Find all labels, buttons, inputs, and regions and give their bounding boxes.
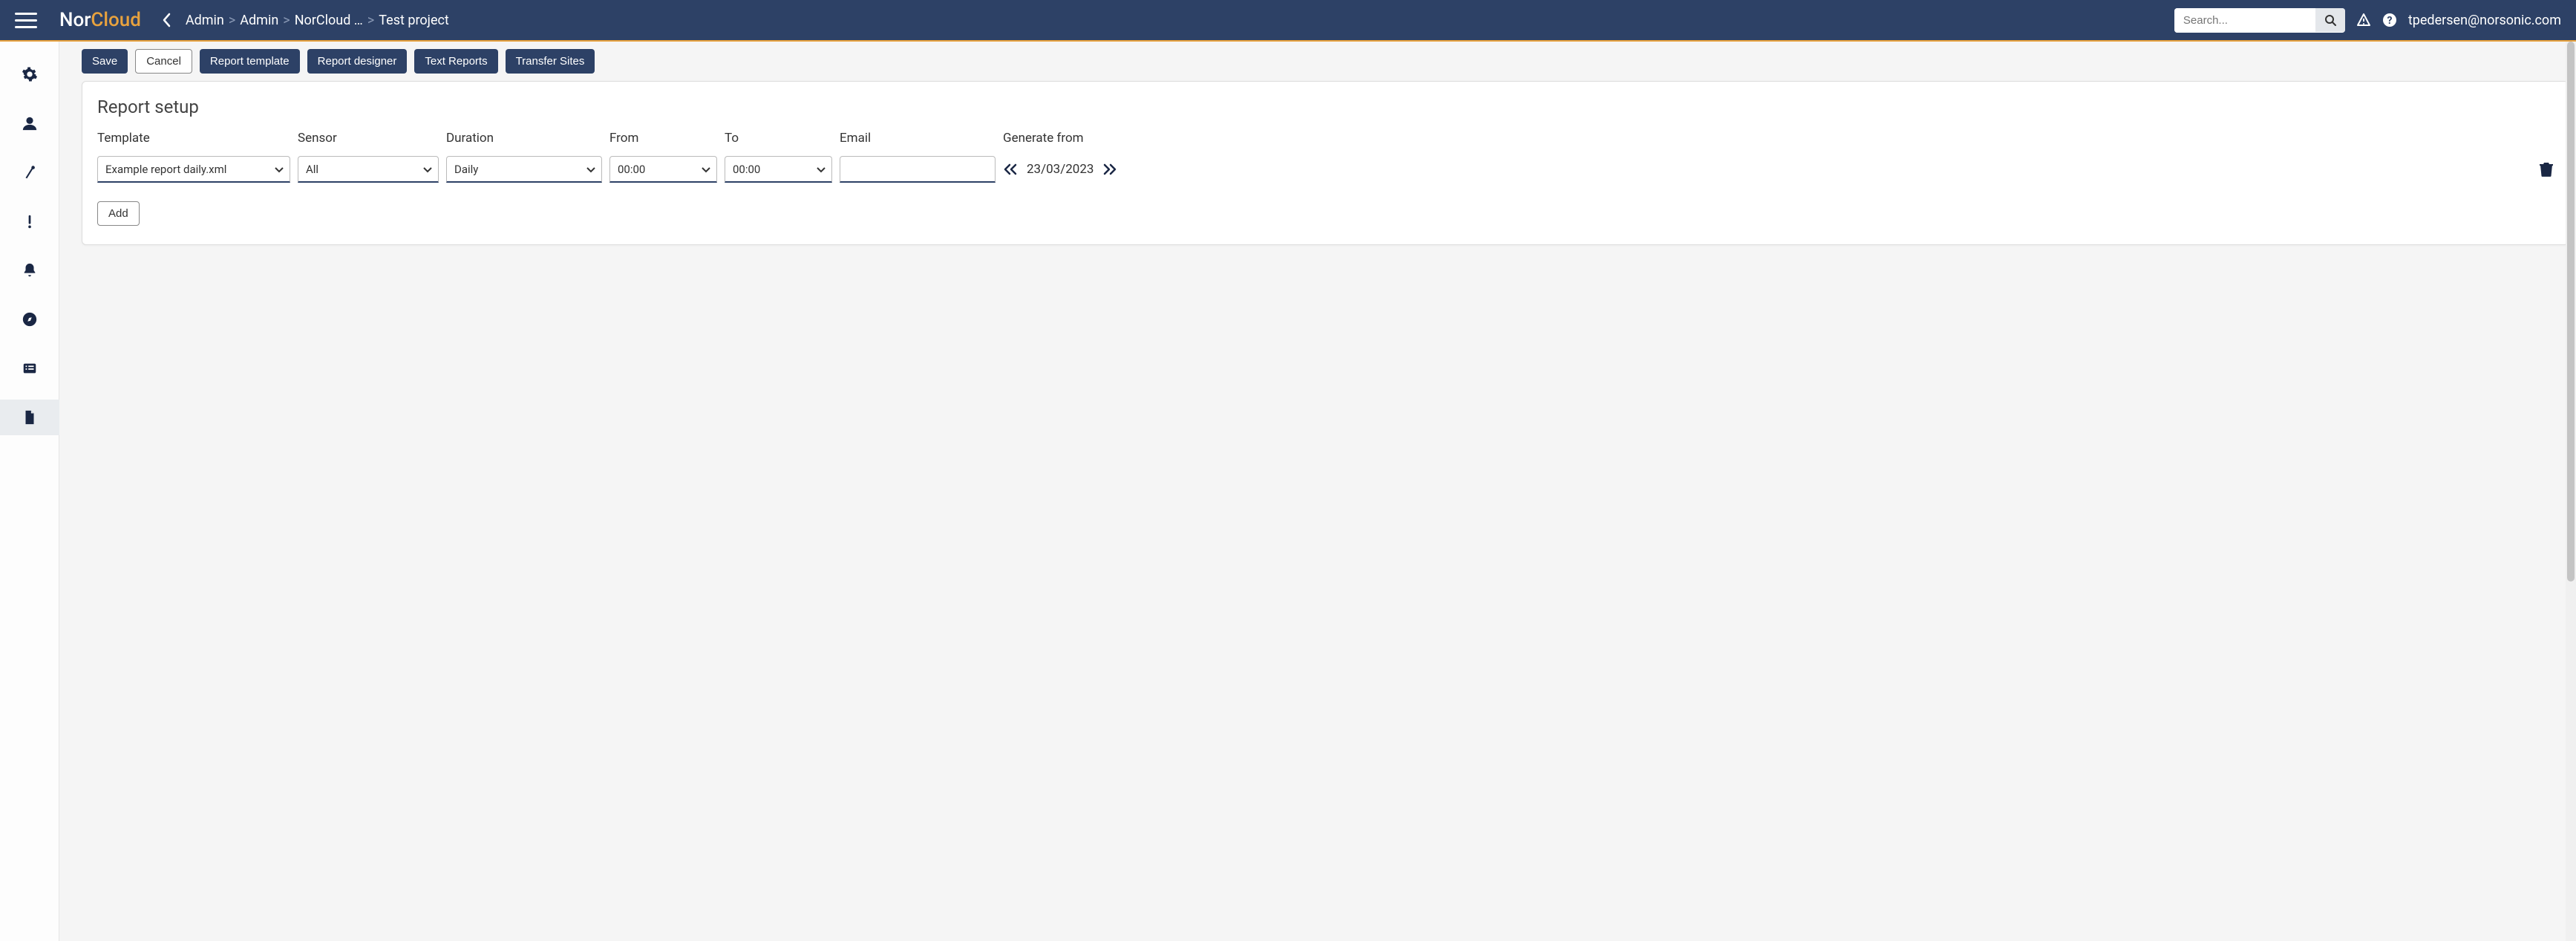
vertical-scrollbar[interactable] <box>2566 42 2576 941</box>
compass-icon <box>22 311 38 328</box>
user-icon <box>22 115 38 131</box>
topbar-right: ? tpedersen@norsonic.com <box>2174 8 2561 33</box>
sidebar-item-reports[interactable] <box>0 400 59 435</box>
app-logo[interactable]: NorCloud <box>59 9 141 31</box>
add-button[interactable]: Add <box>97 201 140 226</box>
sensor-icon <box>22 164 38 180</box>
alert-icon[interactable] <box>2356 13 2371 27</box>
generate-from-date: 23/03/2023 <box>1027 162 1094 177</box>
template-select[interactable]: Example report daily.xml <box>97 156 290 183</box>
date-next-button[interactable] <box>1102 163 1117 175</box>
card-title: Report setup <box>97 97 2553 117</box>
list-icon <box>22 360 38 377</box>
header-sensor: Sensor <box>298 131 439 149</box>
report-grid: Template Sensor Duration From To Email G… <box>97 131 2553 183</box>
date-prev-button[interactable] <box>1003 163 1018 175</box>
header-from: From <box>609 131 717 149</box>
header-generate-from: Generate from <box>1003 131 2553 149</box>
chevron-left-icon <box>162 13 172 27</box>
file-icon <box>22 409 38 426</box>
sidebar-item-settings[interactable] <box>0 56 59 92</box>
report-setup-card: Report setup Template Sensor Duration Fr… <box>82 81 2569 245</box>
header-duration: Duration <box>446 131 602 149</box>
chevrons-right-icon <box>1102 163 1117 175</box>
main-content: Save Cancel Report template Report desig… <box>59 42 2576 941</box>
to-value: 00:00 <box>733 163 760 176</box>
generate-from-cell: 23/03/2023 <box>1003 162 2553 177</box>
breadcrumb-item[interactable]: Admin <box>186 13 224 28</box>
transfer-sites-button[interactable]: Transfer Sites <box>506 49 595 74</box>
search-button[interactable] <box>2315 8 2345 32</box>
search-icon <box>2324 14 2336 26</box>
chevrons-left-icon <box>1003 163 1018 175</box>
sensor-value: All <box>306 163 318 176</box>
gear-icon <box>22 66 38 82</box>
cancel-button[interactable]: Cancel <box>135 49 192 74</box>
chevron-down-icon <box>275 163 284 176</box>
toolbar: Save Cancel Report template Report desig… <box>82 49 2569 74</box>
svg-text:?: ? <box>2387 15 2392 27</box>
chevron-down-icon <box>423 163 432 176</box>
sidebar-item-explore[interactable] <box>0 302 59 337</box>
sensor-select[interactable]: All <box>298 156 439 183</box>
sidebar-item-user[interactable] <box>0 105 59 141</box>
header-template: Template <box>97 131 290 149</box>
sidebar-item-sensor[interactable] <box>0 154 59 190</box>
search-input[interactable] <box>2174 8 2315 33</box>
to-select[interactable]: 00:00 <box>725 156 832 183</box>
save-button[interactable]: Save <box>82 49 128 74</box>
report-template-button[interactable]: Report template <box>200 49 300 74</box>
report-designer-button[interactable]: Report designer <box>307 49 408 74</box>
header-email: Email <box>840 131 996 149</box>
breadcrumb-separator: > <box>229 13 235 28</box>
chevron-down-icon <box>817 163 826 176</box>
duration-select[interactable]: Daily <box>446 156 602 183</box>
trash-icon <box>2540 162 2553 177</box>
user-email[interactable]: tpedersen@norsonic.com <box>2408 13 2561 28</box>
topbar: NorCloud Admin > Admin > NorCloud … > Te… <box>0 0 2576 42</box>
hamburger-menu-icon[interactable] <box>15 9 37 31</box>
breadcrumb-item[interactable]: Test project <box>379 13 449 28</box>
email-input-wrap <box>840 156 996 183</box>
back-button[interactable] <box>156 9 178 31</box>
breadcrumb: Admin > Admin > NorCloud … > Test projec… <box>186 13 2174 28</box>
delete-row-button[interactable] <box>2540 162 2553 177</box>
text-reports-button[interactable]: Text Reports <box>414 49 497 74</box>
chevron-down-icon <box>586 163 595 176</box>
chevron-down-icon <box>702 163 710 176</box>
scrollbar-thumb[interactable] <box>2567 42 2575 582</box>
sidebar-item-list[interactable] <box>0 351 59 386</box>
search-box <box>2174 8 2345 33</box>
template-value: Example report daily.xml <box>105 163 226 176</box>
header-to: To <box>725 131 832 149</box>
from-value: 00:00 <box>618 163 645 176</box>
duration-value: Daily <box>454 163 478 176</box>
from-select[interactable]: 00:00 <box>609 156 717 183</box>
help-icon[interactable]: ? <box>2382 13 2397 27</box>
breadcrumb-item[interactable]: NorCloud … <box>295 13 363 28</box>
breadcrumb-separator: > <box>283 13 290 28</box>
sidebar-item-notifications[interactable] <box>0 253 59 288</box>
sidebar <box>0 42 59 941</box>
bell-icon <box>22 262 38 279</box>
breadcrumb-item[interactable]: Admin <box>240 13 278 28</box>
breadcrumb-separator: > <box>367 13 374 28</box>
sidebar-item-alerts[interactable] <box>0 203 59 239</box>
exclamation-icon <box>22 213 38 229</box>
email-input[interactable] <box>840 157 995 181</box>
